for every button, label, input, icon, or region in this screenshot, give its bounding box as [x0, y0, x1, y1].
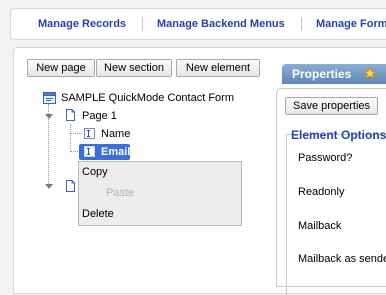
context-menu-delete[interactable]: Delete — [82, 208, 114, 220]
properties-tab[interactable]: Properties — [282, 64, 386, 84]
top-nav-bar: Manage Records Manage Backend Menus Mana… — [10, 8, 386, 40]
expand-arrow-icon[interactable] — [45, 184, 53, 189]
save-properties-button[interactable]: Save properties — [285, 97, 379, 115]
context-menu: Copy Paste Delete — [78, 161, 242, 226]
new-section-button[interactable]: New section — [96, 59, 172, 77]
text-field-icon — [84, 146, 95, 160]
element-options-title: Element Options — [291, 128, 386, 142]
properties-tab-label: Properties — [292, 67, 352, 81]
option-mailback-as-sender: Mailback as sender — [298, 253, 386, 265]
tree-form-label: SAMPLE QuickMode Contact Form — [61, 92, 235, 104]
nav-separator — [142, 17, 143, 31]
option-readonly: Readonly — [298, 186, 345, 198]
tree-element-label: Email — [101, 146, 131, 158]
nav-link-manage-form[interactable]: Manage Form — [316, 18, 386, 30]
tree-connector — [70, 133, 82, 134]
nav-link-manage-backend-menus[interactable]: Manage Backend Menus — [157, 18, 285, 30]
option-mailback: Mailback — [298, 220, 342, 232]
nav-separator — [301, 17, 302, 31]
new-element-button[interactable]: New element — [176, 59, 260, 77]
context-menu-copy[interactable]: Copy — [82, 166, 108, 178]
new-page-button[interactable]: New page — [27, 59, 95, 77]
tree-element-label: Name — [101, 128, 131, 140]
tree-page-label: Page 1 — [82, 110, 117, 122]
option-password: Password? — [298, 152, 353, 164]
star-icon — [362, 65, 378, 83]
page-icon — [66, 109, 75, 124]
text-field-icon — [84, 128, 95, 142]
expand-arrow-icon[interactable] — [45, 114, 53, 119]
page-icon — [66, 180, 75, 195]
form-icon — [43, 92, 56, 107]
context-menu-paste[interactable]: Paste — [106, 187, 134, 199]
nav-link-manage-records[interactable]: Manage Records — [38, 18, 126, 30]
tree-connector — [70, 124, 71, 152]
